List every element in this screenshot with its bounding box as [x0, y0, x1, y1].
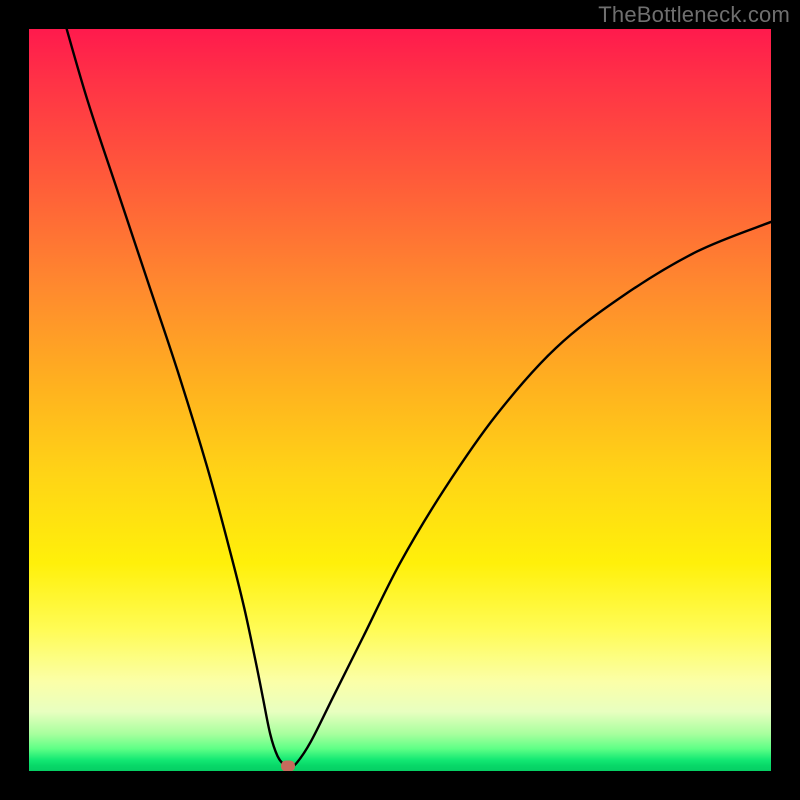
chart-frame: TheBottleneck.com [0, 0, 800, 800]
watermark-text: TheBottleneck.com [598, 2, 790, 28]
plot-area [29, 29, 771, 771]
bottleneck-curve [29, 29, 771, 771]
optimal-point-marker [281, 760, 295, 771]
